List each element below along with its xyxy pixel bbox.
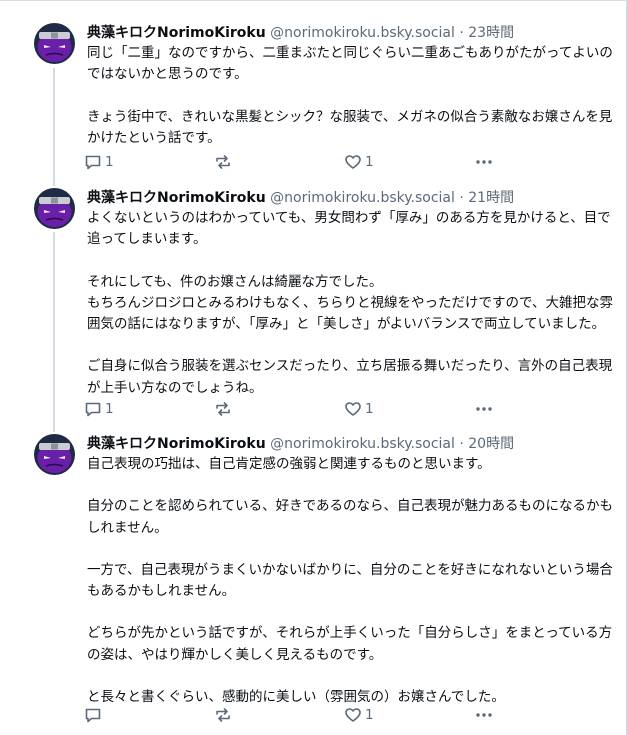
post-paragraph: よくないというのはわかっていても、男女問わず「厚み」のある方を見かけると、目で追…: [87, 210, 611, 248]
reply-icon: [85, 402, 101, 417]
author-name[interactable]: 典藻キロクNorimoKiroku: [87, 190, 266, 206]
avatar-image: [34, 434, 75, 475]
avatar[interactable]: [34, 188, 75, 229]
avatar[interactable]: [34, 23, 75, 64]
repost-icon: [216, 402, 230, 416]
reply-count: 1: [105, 401, 114, 417]
separator: ·: [459, 190, 464, 206]
heart-icon: [345, 708, 361, 722]
post-paragraph: どちらが先かという話ですが、それらが上手くいった「自分らしさ」をまとっている方の…: [87, 625, 613, 663]
post[interactable]: 典藻キロクNorimoKiroku @norimokiroku.bsky.soc…: [0, 23, 627, 183]
post-header: 典藻キロクNorimoKiroku @norimokiroku.bsky.soc…: [87, 23, 615, 43]
post-text: よくないというのはわかっていても、男女問わず「厚み」のある方を見かけると、目で追…: [87, 208, 615, 399]
post-content: 典藻キロクNorimoKiroku @norimokiroku.bsky.soc…: [87, 434, 615, 708]
avatar-image: [34, 188, 75, 229]
post-paragraph: ご自身に似合う服装を選ぶセンスだったり、立ち居振る舞いだったり、言外の自己表現が…: [87, 358, 613, 396]
reply-count: 1: [105, 154, 114, 170]
top-divider: [0, 0, 627, 8]
heart-icon: [345, 402, 361, 416]
reply-button[interactable]: [84, 704, 105, 726]
post-time[interactable]: 23時間: [468, 25, 514, 41]
reply-icon: [85, 708, 101, 723]
like-button[interactable]: 1: [344, 151, 374, 173]
like-count: 1: [365, 401, 374, 417]
post-time[interactable]: 20時間: [468, 436, 514, 452]
separator: ·: [459, 25, 464, 41]
post-content: 典藻キロクNorimoKiroku @norimokiroku.bsky.soc…: [87, 23, 615, 149]
author-name[interactable]: 典藻キロクNorimoKiroku: [87, 436, 266, 452]
avatar[interactable]: [34, 434, 75, 475]
post-time[interactable]: 21時間: [468, 190, 514, 206]
like-button[interactable]: 1: [344, 398, 374, 420]
repost-button[interactable]: [214, 151, 232, 173]
author-name[interactable]: 典藻キロクNorimoKiroku: [87, 25, 266, 41]
like-count: 1: [365, 154, 374, 170]
post-header: 典藻キロクNorimoKiroku @norimokiroku.bsky.soc…: [87, 188, 615, 208]
post-actions: 1 1: [84, 398, 504, 420]
thread-view: 典藻キロクNorimoKiroku @norimokiroku.bsky.soc…: [0, 0, 627, 735]
more-options-button[interactable]: [474, 704, 494, 726]
post-paragraph: 自己表現の巧拙は、自己肯定感の強弱と関連するものと思います。: [87, 456, 491, 472]
post-paragraph: それにしても、件のお嬢さんは綺麗な方でした。 もちろんジロジロとみるわけもなく、…: [87, 273, 613, 333]
post[interactable]: 典藻キロクNorimoKiroku @norimokiroku.bsky.soc…: [0, 188, 627, 423]
author-handle[interactable]: @norimokiroku.bsky.social: [270, 190, 455, 206]
repost-button[interactable]: [214, 398, 232, 420]
post-paragraph: きょう街中で、きれいな黒髪とシック？な服装で、メガネの似合う素敵なお嬢さんを見か…: [87, 108, 613, 146]
separator: ·: [459, 436, 464, 452]
more-icon: [476, 160, 492, 164]
more-options-button[interactable]: [474, 398, 494, 420]
more-options-button[interactable]: [474, 151, 494, 173]
post-actions: 1: [84, 704, 504, 726]
repost-icon: [216, 708, 230, 722]
post-text: 同じ「二重」なのですから、二重まぶたと同じぐらい二重あごもありがたがってよいので…: [87, 43, 615, 149]
post-content: 典藻キロクNorimoKiroku @norimokiroku.bsky.soc…: [87, 188, 615, 399]
repost-button[interactable]: [214, 704, 232, 726]
post-paragraph: 同じ「二重」なのですから、二重まぶたと同じぐらい二重あごもありがたがってよいので…: [87, 45, 613, 83]
heart-icon: [345, 155, 361, 169]
avatar-image: [34, 23, 75, 64]
more-icon: [476, 713, 492, 717]
post-paragraph: 一方で、自己表現がうまくいかないばかりに、自分のことを好きになれないという場合も…: [87, 561, 613, 600]
reply-icon: [85, 155, 101, 170]
post-actions: 1 1: [84, 151, 504, 173]
reply-button[interactable]: 1: [84, 398, 114, 420]
author-handle[interactable]: @norimokiroku.bsky.social: [270, 25, 455, 41]
like-count: 1: [365, 707, 374, 723]
author-handle[interactable]: @norimokiroku.bsky.social: [270, 436, 455, 452]
post-text: 自己表現の巧拙は、自己肯定感の強弱と関連するものと思います。 自分のことを認めら…: [87, 454, 615, 708]
repost-icon: [216, 155, 230, 169]
post-header: 典藻キロクNorimoKiroku @norimokiroku.bsky.soc…: [87, 434, 615, 454]
more-icon: [476, 407, 492, 411]
post-paragraph: 自分のことを認められている、好きであるのなら、自己表現が魅力あるものになるかもし…: [87, 498, 613, 536]
post[interactable]: 典藻キロクNorimoKiroku @norimokiroku.bsky.soc…: [0, 434, 627, 734]
reply-button[interactable]: 1: [84, 151, 114, 173]
like-button[interactable]: 1: [344, 704, 374, 726]
